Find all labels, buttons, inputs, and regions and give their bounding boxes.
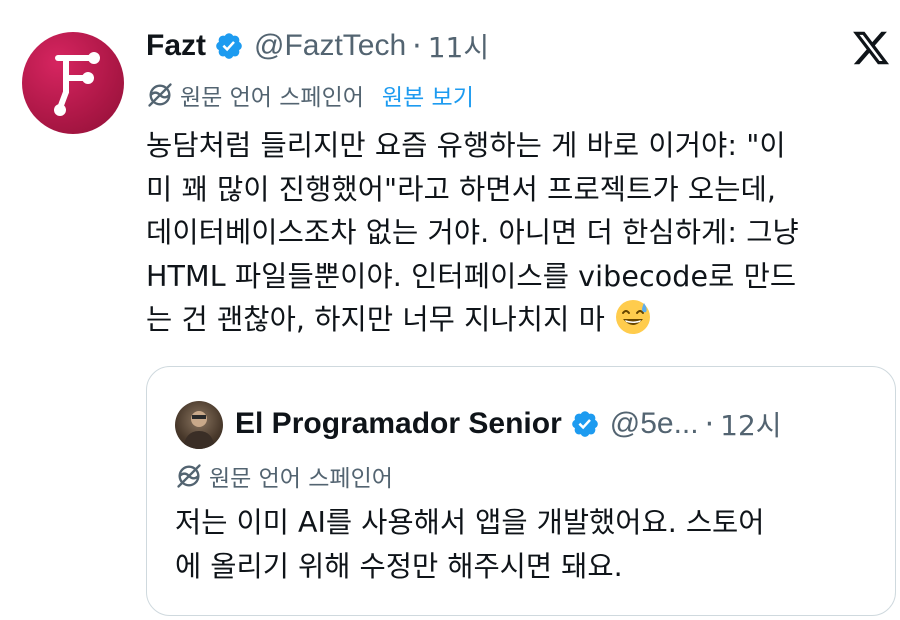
quoted-text-line: 저는 이미 AI를 사용해서 앱을 개발했어요. 스토어 [175,506,765,539]
tweet-text-line: 미 꽤 많이 진행했어"라고 하면서 프로젝트가 오는데, [146,172,777,206]
translation-notice: 원문 언어 스페인어 [180,85,364,111]
author-avatar[interactable] [22,32,124,134]
tweet-text-line-last: 는 건 괜찮아, 하지만 너무 지나치지 마 [146,298,894,342]
tweet-text-line: 데이터베이스조차 없는 거야. 아니면 더 한심하게: 그냥 [146,216,799,249]
quoted-tweet-text: 저는 이미 AI를 사용해서 앱을 개발했어요. 스토어 에 올리기 위해 수정… [175,501,875,589]
translate-globe-icon [177,464,201,488]
separator-dot: · [704,406,715,442]
quoted-author-avatar[interactable] [175,401,223,449]
tweet-text: 농담처럼 들리지만 요즘 유행하는 게 바로 이거야: "이 미 꽤 많이 진행… [146,124,894,342]
quoted-translation-notice: 원문 언어 스페인어 [209,466,393,492]
quoted-tweet-time[interactable]: 12시 [720,404,781,444]
tweet-time[interactable]: 11시 [428,26,489,66]
fazt-logo-icon [54,52,100,116]
verified-badge-icon [216,33,242,59]
author-handle[interactable]: @FaztTech [254,29,406,63]
sweat-smile-emoji-icon [615,300,650,334]
person-silhouette-icon [183,411,215,449]
tweet-text-line: HTML 파일들뿐이야. 인터페이스를 vibecode로 만드 [146,259,797,293]
tweet-text-line: 농담처럼 들리지만 요즘 유행하는 게 바로 이거야: "이 [146,129,786,162]
verified-badge-icon [571,411,598,437]
author-name[interactable]: Fazt [146,29,206,63]
quoted-author-handle[interactable]: @5e... [610,407,699,441]
quoted-tweet-card[interactable]: El Programador Senior @5e... · 12시 원문 언어… [146,366,896,616]
show-original-link[interactable]: 원본 보기 [382,78,474,112]
separator-dot: · [412,28,422,64]
quoted-author-name[interactable]: El Programador Senior [235,407,562,441]
quoted-translation-row: 원문 언어 스페인어 [175,459,393,493]
tweet-text-fragment: 는 건 괜찮아, 하지만 너무 지나치지 마 [146,303,605,336]
quoted-tweet-header: El Programador Senior @5e... · 12시 [235,403,782,445]
x-logo-icon[interactable] [850,28,892,68]
translation-row: 원문 언어 스페인어 원본 보기 [146,78,474,112]
quoted-text-line: 에 올리기 위해 수정만 해주시면 돼요. [175,550,623,583]
translate-globe-icon [148,83,172,107]
tweet-header: Fazt @FaztTech · 11시 [146,26,489,66]
